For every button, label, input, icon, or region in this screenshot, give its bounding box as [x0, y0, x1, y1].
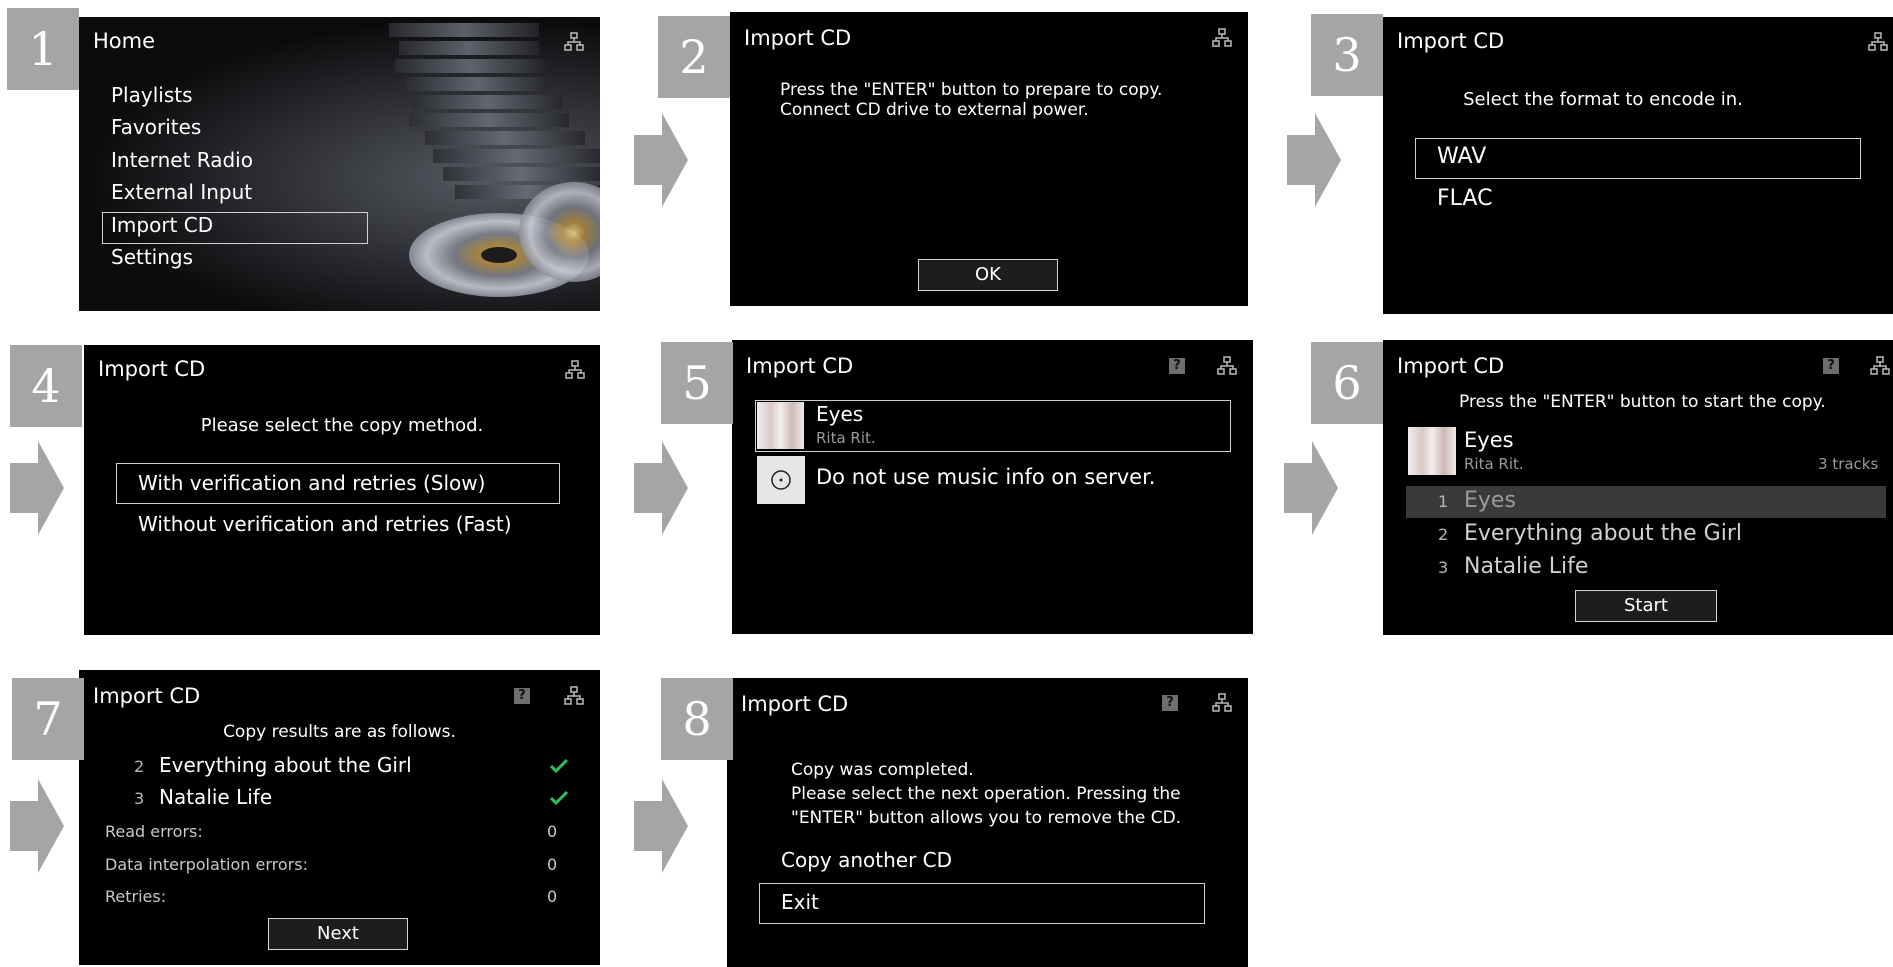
next-step-arrow: [10, 441, 64, 535]
screen-title: Import CD: [741, 692, 849, 716]
retries-label: Retries:: [105, 887, 167, 906]
network-icon: [565, 360, 585, 379]
network-icon: [1868, 32, 1888, 51]
import-cd-start-screen: Import CD ? Press the "ENTER" button to …: [1383, 340, 1893, 635]
menu-item-settings[interactable]: Settings: [111, 245, 193, 269]
complete-message-line-2: Please select the next operation. Pressi…: [791, 784, 1181, 804]
next-step-arrow: [634, 441, 688, 535]
track-number: 2: [134, 757, 145, 776]
network-icon: [1870, 356, 1890, 375]
album-title: Eyes: [1464, 428, 1514, 452]
import-cd-complete-screen: Import CD ? Copy was completed. Please s…: [727, 678, 1248, 967]
import-cd-format-screen: Import CD Select the format to encode in…: [1383, 17, 1893, 314]
prepare-message-line-2: Connect CD drive to external power.: [780, 100, 1089, 120]
results-prompt: Copy results are as follows.: [223, 722, 456, 742]
help-icon[interactable]: ?: [1823, 358, 1839, 374]
step-number-8: 8: [661, 678, 733, 760]
complete-message-line-3: "ENTER" button allows you to remove the …: [791, 808, 1182, 828]
disc-placeholder: [757, 456, 805, 504]
screen-title: Import CD: [1397, 29, 1505, 53]
album-artist: Rita Rit.: [816, 429, 876, 447]
album-artist: Rita Rit.: [1464, 455, 1524, 473]
disc-icon: [771, 470, 791, 490]
next-step-arrow: [634, 113, 688, 207]
album-art-thumbnail: [757, 402, 804, 449]
start-button[interactable]: Start: [1575, 590, 1717, 622]
import-cd-prepare-screen: Import CD Press the "ENTER" button to pr…: [730, 12, 1248, 306]
track-number: 2: [1438, 525, 1449, 544]
help-icon[interactable]: ?: [1162, 695, 1178, 711]
menu-item-favorites[interactable]: Favorites: [111, 115, 201, 139]
method-option-slow[interactable]: With verification and retries (Slow): [138, 471, 485, 495]
step-number-4: 4: [10, 345, 82, 427]
network-icon: [1212, 28, 1232, 47]
track-number: 3: [1438, 558, 1449, 577]
screen-title: Home: [93, 29, 156, 53]
result-track: Natalie Life: [159, 785, 273, 809]
step-number-5: 5: [661, 342, 733, 424]
track-row[interactable]: Everything about the Girl: [1464, 521, 1742, 546]
album-title[interactable]: Eyes: [816, 402, 863, 426]
import-cd-results-screen: Import CD ? Copy results are as follows.…: [79, 670, 600, 965]
screen-title: Import CD: [98, 357, 206, 381]
complete-message-line-1: Copy was completed.: [791, 760, 974, 780]
checkmark-icon: [550, 790, 568, 806]
track-row[interactable]: Natalie Life: [1464, 554, 1588, 579]
menu-item-internet-radio[interactable]: Internet Radio: [111, 148, 253, 172]
home-screen: Home Playlists Favorites Internet Radio …: [79, 17, 600, 311]
format-option-flac[interactable]: FLAC: [1437, 186, 1492, 211]
help-icon[interactable]: ?: [1169, 358, 1185, 374]
track-number: 3: [134, 789, 145, 808]
format-option-wav[interactable]: WAV: [1437, 144, 1486, 169]
track-count: 3 tracks: [1818, 455, 1879, 473]
network-icon: [564, 32, 584, 51]
screen-title: Import CD: [744, 26, 852, 50]
interpolation-errors-label: Data interpolation errors:: [105, 855, 308, 874]
cd-stack-image: [389, 23, 600, 297]
format-prompt: Select the format to encode in.: [1463, 89, 1743, 110]
track-row[interactable]: Eyes: [1464, 488, 1516, 513]
next-step-arrow: [1287, 113, 1341, 207]
next-step-arrow: [1284, 441, 1338, 535]
retries-value: 0: [547, 887, 558, 906]
step-number-3: 3: [1311, 14, 1383, 96]
step-number-6: 6: [1311, 342, 1383, 424]
next-step-arrow: [10, 779, 64, 873]
track-number: 1: [1438, 492, 1449, 511]
menu-item-external-input[interactable]: External Input: [111, 180, 252, 204]
menu-item-playlists[interactable]: Playlists: [111, 83, 193, 107]
no-music-info-option[interactable]: Do not use music info on server.: [816, 465, 1156, 489]
screen-title: Import CD: [93, 684, 201, 708]
ok-button[interactable]: OK: [918, 259, 1058, 291]
next-button[interactable]: Next: [268, 918, 408, 950]
step-number-2: 2: [658, 16, 730, 98]
screen-title: Import CD: [1397, 354, 1505, 378]
network-icon: [564, 686, 584, 705]
read-errors-value: 0: [547, 822, 558, 841]
network-icon: [1217, 356, 1237, 375]
album-art-thumbnail: [1408, 427, 1456, 475]
step-number-1: 1: [7, 8, 79, 90]
exit-selection-highlight: [759, 883, 1205, 924]
result-track: Everything about the Girl: [159, 753, 412, 777]
prepare-message-line-1: Press the "ENTER" button to prepare to c…: [780, 80, 1163, 100]
screen-title: Import CD: [746, 354, 854, 378]
copy-another-cd-option[interactable]: Copy another CD: [781, 848, 952, 872]
method-option-fast[interactable]: Without verification and retries (Fast): [138, 512, 512, 536]
next-step-arrow: [634, 779, 688, 873]
import-cd-music-info-screen: Import CD ? Eyes Rita Rit. Do not use mu…: [732, 340, 1253, 634]
help-icon[interactable]: ?: [514, 688, 530, 704]
start-prompt: Press the "ENTER" button to start the co…: [1459, 392, 1826, 412]
read-errors-label: Read errors:: [105, 822, 203, 841]
import-cd-method-screen: Import CD Please select the copy method.…: [84, 345, 600, 635]
checkmark-icon: [550, 758, 568, 774]
method-prompt: Please select the copy method.: [200, 415, 484, 436]
menu-item-import-cd[interactable]: Import CD: [111, 213, 213, 237]
network-icon: [1212, 693, 1232, 712]
interpolation-errors-value: 0: [547, 855, 558, 874]
step-number-7: 7: [12, 678, 84, 760]
exit-option[interactable]: Exit: [781, 890, 819, 914]
